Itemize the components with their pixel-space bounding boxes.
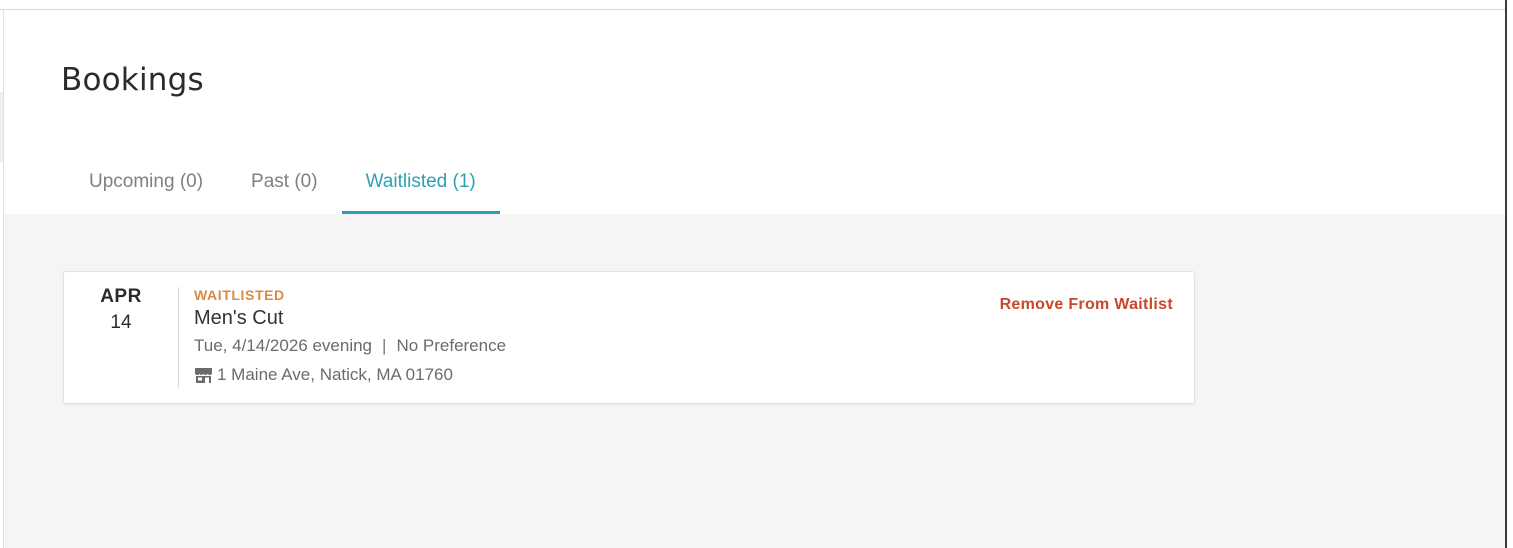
service-name: Men's Cut xyxy=(194,307,284,329)
tab-waitlisted[interactable]: Waitlisted (1) xyxy=(341,160,500,214)
booking-when: Tue, 4/14/2026 evening | No Preference xyxy=(194,336,506,356)
left-panel-edge xyxy=(0,92,3,162)
booking-location: 1 Maine Ave, Natick, MA 01760 xyxy=(194,365,506,385)
bookings-list: APR 14 WAITLISTED Men's Cut Tue, 4/14/20… xyxy=(4,214,1505,548)
separator: | xyxy=(382,336,387,355)
page-title: Bookings xyxy=(61,62,204,98)
window-edge xyxy=(1505,0,1513,548)
booking-address: 1 Maine Ave, Natick, MA 01760 xyxy=(217,365,453,384)
booking-tabs: Upcoming (0) Past (0) Waitlisted (1) xyxy=(65,160,500,214)
tab-upcoming[interactable]: Upcoming (0) xyxy=(65,160,227,214)
page-header: Bookings Upcoming (0) Past (0) Waitliste… xyxy=(4,10,1505,214)
tab-past[interactable]: Past (0) xyxy=(227,160,342,214)
booking-date-time: Tue, 4/14/2026 evening xyxy=(194,336,373,355)
stylist-preference: No Preference xyxy=(396,336,507,355)
booking-card: APR 14 WAITLISTED Men's Cut Tue, 4/14/20… xyxy=(63,271,1195,404)
remove-from-waitlist-button[interactable]: Remove From Waitlist xyxy=(1000,296,1173,314)
booking-date: APR 14 xyxy=(64,286,178,334)
booking-month: APR xyxy=(100,286,142,307)
status-badge: WAITLISTED xyxy=(194,287,285,303)
card-divider xyxy=(178,287,179,388)
booking-details: WAITLISTED Men's Cut Tue, 4/14/2026 even… xyxy=(194,287,506,385)
store-icon xyxy=(194,367,213,384)
booking-day: 14 xyxy=(110,312,132,333)
